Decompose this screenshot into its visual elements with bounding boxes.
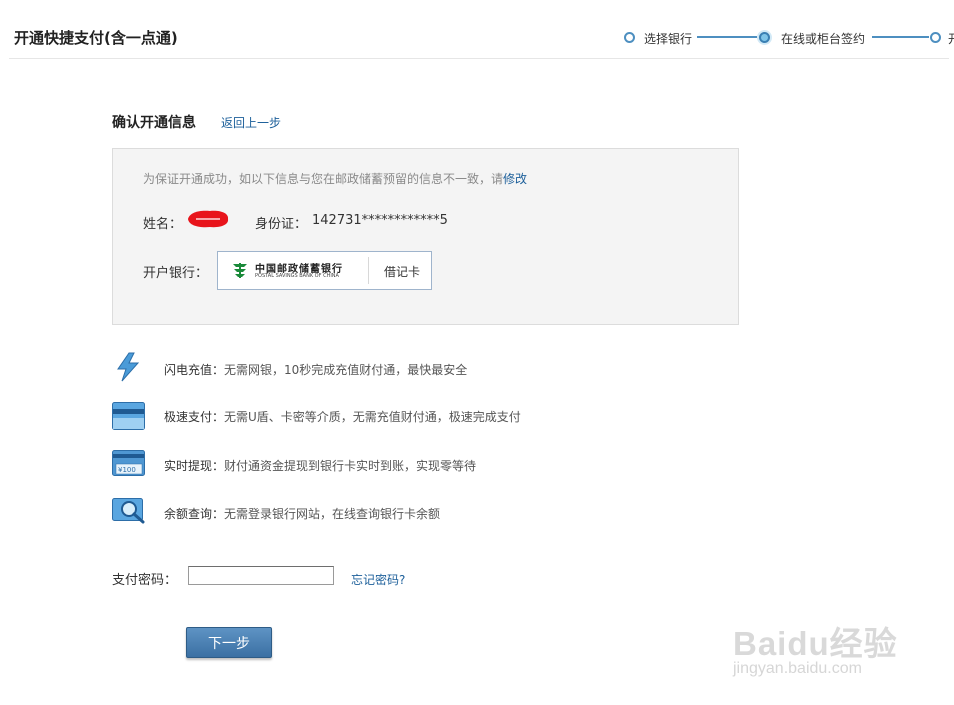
notice-prefix: 为保证开通成功，如以下信息与您在邮政储蓄预留的信息不一致，请 bbox=[143, 172, 504, 186]
feature-title: 余额查询： bbox=[164, 507, 225, 521]
feature-text: 闪电充值：无需网银，10秒完成充值财付通，最快最安全 bbox=[164, 361, 467, 378]
header-divider bbox=[9, 58, 949, 59]
forgot-password-link[interactable]: 忘记密码? bbox=[351, 571, 405, 588]
progress-steps: 选择银行 在线或柜台签约 开 bbox=[0, 0, 954, 58]
watermark-logo: Baidu经验 bbox=[733, 625, 898, 662]
step-label-2: 在线或柜台签约 bbox=[781, 32, 866, 46]
feature-text: 余额查询：无需登录银行网站，在线查询银行卡余额 bbox=[164, 505, 440, 522]
svg-text:¥100: ¥100 bbox=[118, 466, 136, 474]
feature-item: ¥100 实时提现：财付通资金提现到银行卡实时到账，实现零等待 bbox=[112, 449, 532, 479]
bank-card: 中国邮政储蓄银行 POSTAL SAVINGS BANK OF CHINA 借记… bbox=[217, 251, 432, 290]
id-value: 142731************5 bbox=[312, 213, 448, 228]
step-connector-1 bbox=[697, 36, 757, 38]
redacted-name bbox=[186, 209, 230, 229]
feature-text: 实时提现：财付通资金提现到银行卡实时到账，实现零等待 bbox=[164, 457, 476, 474]
step-dot-1 bbox=[624, 32, 635, 43]
feature-item: 余额查询：无需登录银行网站，在线查询银行卡余额 bbox=[112, 496, 532, 526]
feature-title: 闪电充值： bbox=[164, 363, 225, 377]
feature-desc: 无需U盾、卡密等介质，无需充值财付通，极速完成支付 bbox=[224, 410, 521, 424]
card-type: 借记卡 bbox=[384, 265, 421, 279]
feature-desc: 无需登录银行网站，在线查询银行卡余额 bbox=[224, 507, 441, 521]
password-input[interactable] bbox=[188, 566, 334, 585]
step-label-1: 选择银行 bbox=[644, 32, 693, 46]
step-dot-3 bbox=[930, 32, 941, 43]
id-label: 身份证： bbox=[255, 217, 308, 232]
banknote-icon: ¥100 bbox=[112, 450, 145, 476]
bank-name-en: POSTAL SAVINGS BANK OF CHINA bbox=[255, 273, 339, 279]
section-title: 确认开通信息 bbox=[112, 115, 196, 131]
step-dot-2-current bbox=[759, 32, 770, 43]
back-link[interactable]: 返回上一步 bbox=[221, 114, 281, 131]
postal-bank-logo-icon bbox=[231, 261, 249, 279]
modify-link[interactable]: 修改 bbox=[503, 172, 527, 186]
lightning-icon bbox=[114, 352, 142, 382]
bank-label: 开户银行： bbox=[143, 266, 209, 281]
name-label: 姓名： bbox=[143, 217, 183, 232]
step-label-3: 开 bbox=[948, 30, 954, 47]
notice-text: 为保证开通成功，如以下信息与您在邮政储蓄预留的信息不一致，请修改 bbox=[143, 170, 527, 187]
bank-card-divider bbox=[368, 257, 369, 284]
feature-title: 实时提现： bbox=[164, 459, 225, 473]
feature-title: 极速支付： bbox=[164, 410, 225, 424]
feature-desc: 无需网银，10秒完成充值财付通，最快最安全 bbox=[224, 363, 468, 377]
feature-item: 闪电充值：无需网银，10秒完成充值财付通，最快最安全 bbox=[112, 352, 532, 384]
step-connector-2 bbox=[872, 36, 929, 38]
next-step-button[interactable]: 下一步 bbox=[186, 627, 272, 658]
feature-desc: 财付通资金提现到银行卡实时到账，实现零等待 bbox=[224, 459, 477, 473]
watermark-url: jingyan.baidu.com bbox=[733, 660, 862, 677]
card-icon bbox=[112, 402, 145, 430]
feature-text: 极速支付：无需U盾、卡密等介质，无需充值财付通，极速完成支付 bbox=[164, 408, 521, 425]
feature-item: 极速支付：无需U盾、卡密等介质，无需充值财付通，极速完成支付 bbox=[112, 400, 532, 432]
password-label: 支付密码： bbox=[112, 573, 178, 588]
magnifier-icon bbox=[112, 496, 146, 524]
